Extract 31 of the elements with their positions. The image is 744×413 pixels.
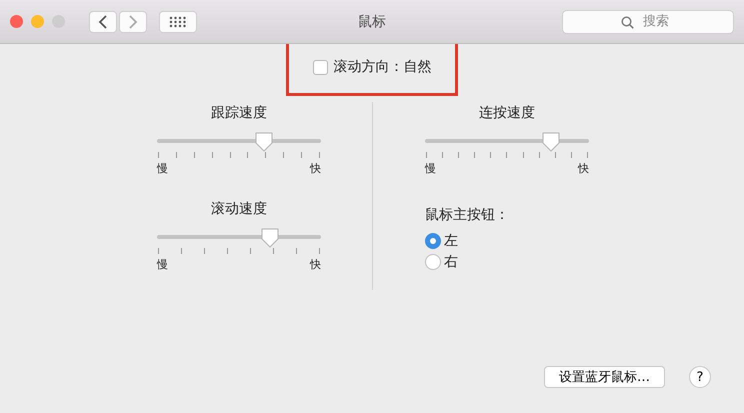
help-button[interactable]: ? (689, 366, 711, 388)
radio-button[interactable] (425, 254, 441, 270)
section-label: 鼠标主按钮： (425, 206, 510, 224)
max-label: 快 (578, 161, 589, 176)
slider-title: 连按速度 (479, 104, 535, 122)
grid-icon (169, 16, 187, 28)
back-button[interactable] (89, 10, 117, 32)
slider-thumb[interactable] (254, 132, 274, 152)
slider-title: 跟踪速度 (211, 104, 267, 122)
search-icon (621, 16, 634, 28)
max-label: 快 (310, 257, 321, 272)
checkbox[interactable] (312, 60, 328, 74)
slider-thumb[interactable] (260, 228, 280, 248)
slider-thumb[interactable] (541, 132, 562, 152)
search-field[interactable]: 搜索 (562, 10, 734, 34)
chevron-right-icon (128, 14, 138, 28)
show-all-button[interactable] (159, 10, 197, 32)
radio-button[interactable] (425, 233, 441, 249)
min-label: 慢 (425, 161, 436, 176)
max-label: 快 (310, 161, 321, 176)
window-title: 鼠标 (358, 14, 386, 30)
checkbox-label: 滚动方向：自然 (334, 58, 432, 76)
min-label: 慢 (157, 161, 168, 176)
min-label: 慢 (157, 257, 168, 272)
minimize-button[interactable] (31, 15, 44, 28)
chevron-left-icon (98, 14, 108, 28)
radio-label: 右 (444, 253, 458, 271)
slider-title: 滚动速度 (211, 200, 267, 218)
setup-bluetooth-mouse-button[interactable]: 设置蓝牙鼠标… (544, 366, 665, 388)
radio-label: 左 (444, 232, 458, 250)
close-button[interactable] (10, 15, 23, 28)
